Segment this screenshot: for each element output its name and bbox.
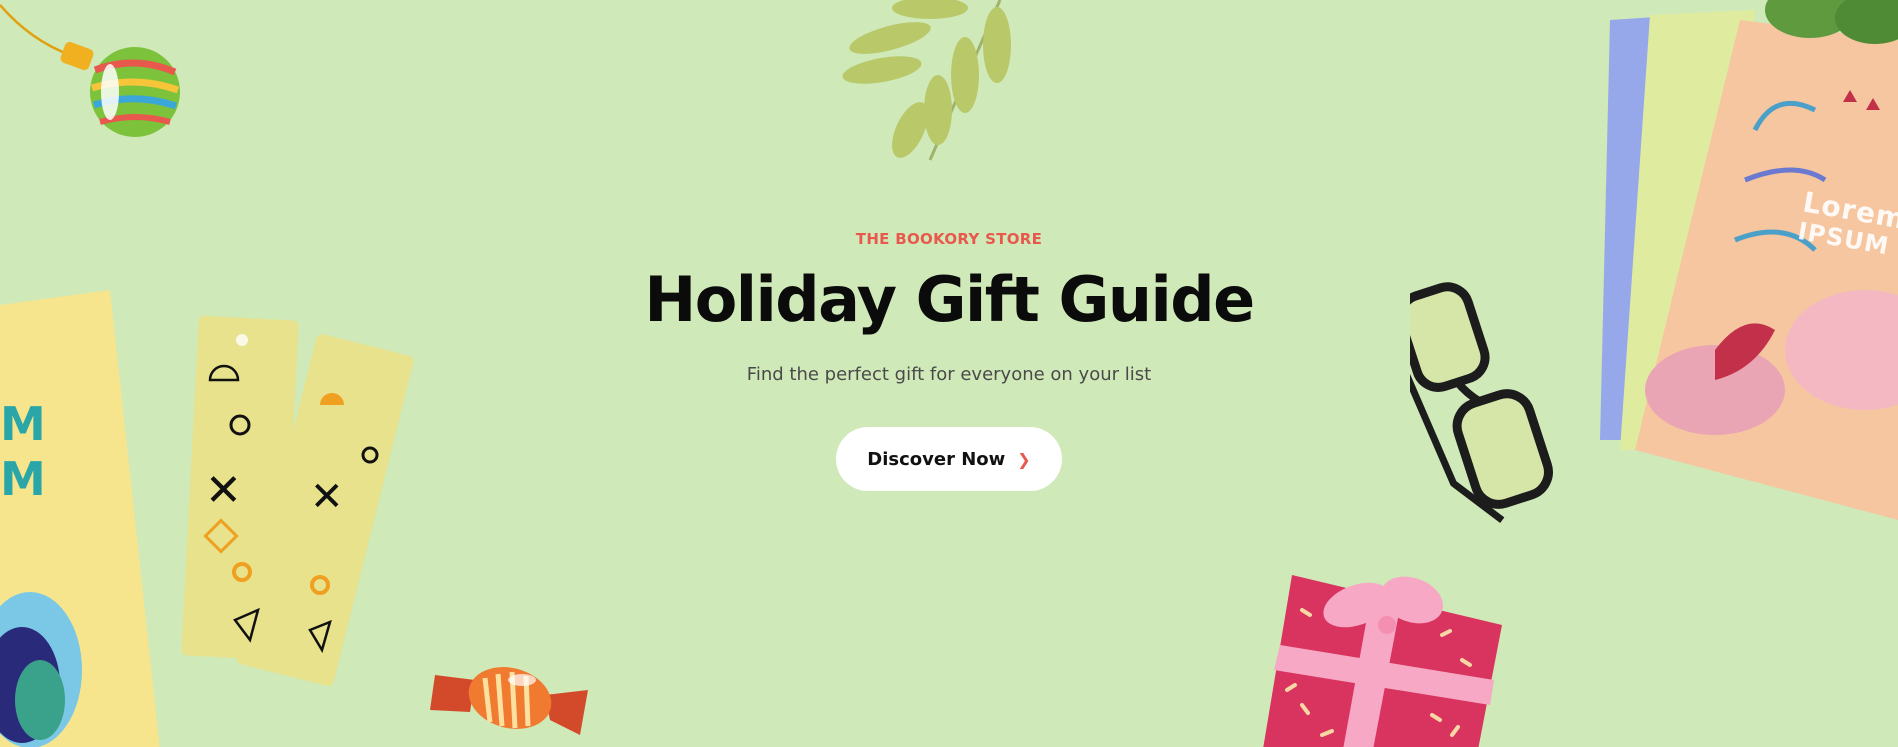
candy-icon <box>430 667 588 735</box>
discover-now-label: Discover Now <box>867 448 1006 470</box>
gift-box-icon <box>1263 575 1502 747</box>
hero-eyebrow: THE BOOKORY STORE <box>855 230 1043 248</box>
leaf-branch-icon <box>842 0 1011 161</box>
hero-banner: M M ✕ ✕ Lorem IPSUM THE BOOKORY STORE Ho… <box>0 0 1898 747</box>
hero-content: THE BOOKORY STORE Holiday Gift Guide Fin… <box>0 230 1898 492</box>
chevron-right-icon: ❯ <box>1017 449 1031 469</box>
discover-now-button[interactable]: Discover Now ❯ <box>836 427 1062 492</box>
hero-subtitle: Find the perfect gift for everyone on yo… <box>746 364 1152 386</box>
hero-title: Holiday Gift Guide <box>644 263 1255 336</box>
ornament-icon <box>0 4 180 137</box>
plant-leaves-icon <box>1765 0 1898 44</box>
